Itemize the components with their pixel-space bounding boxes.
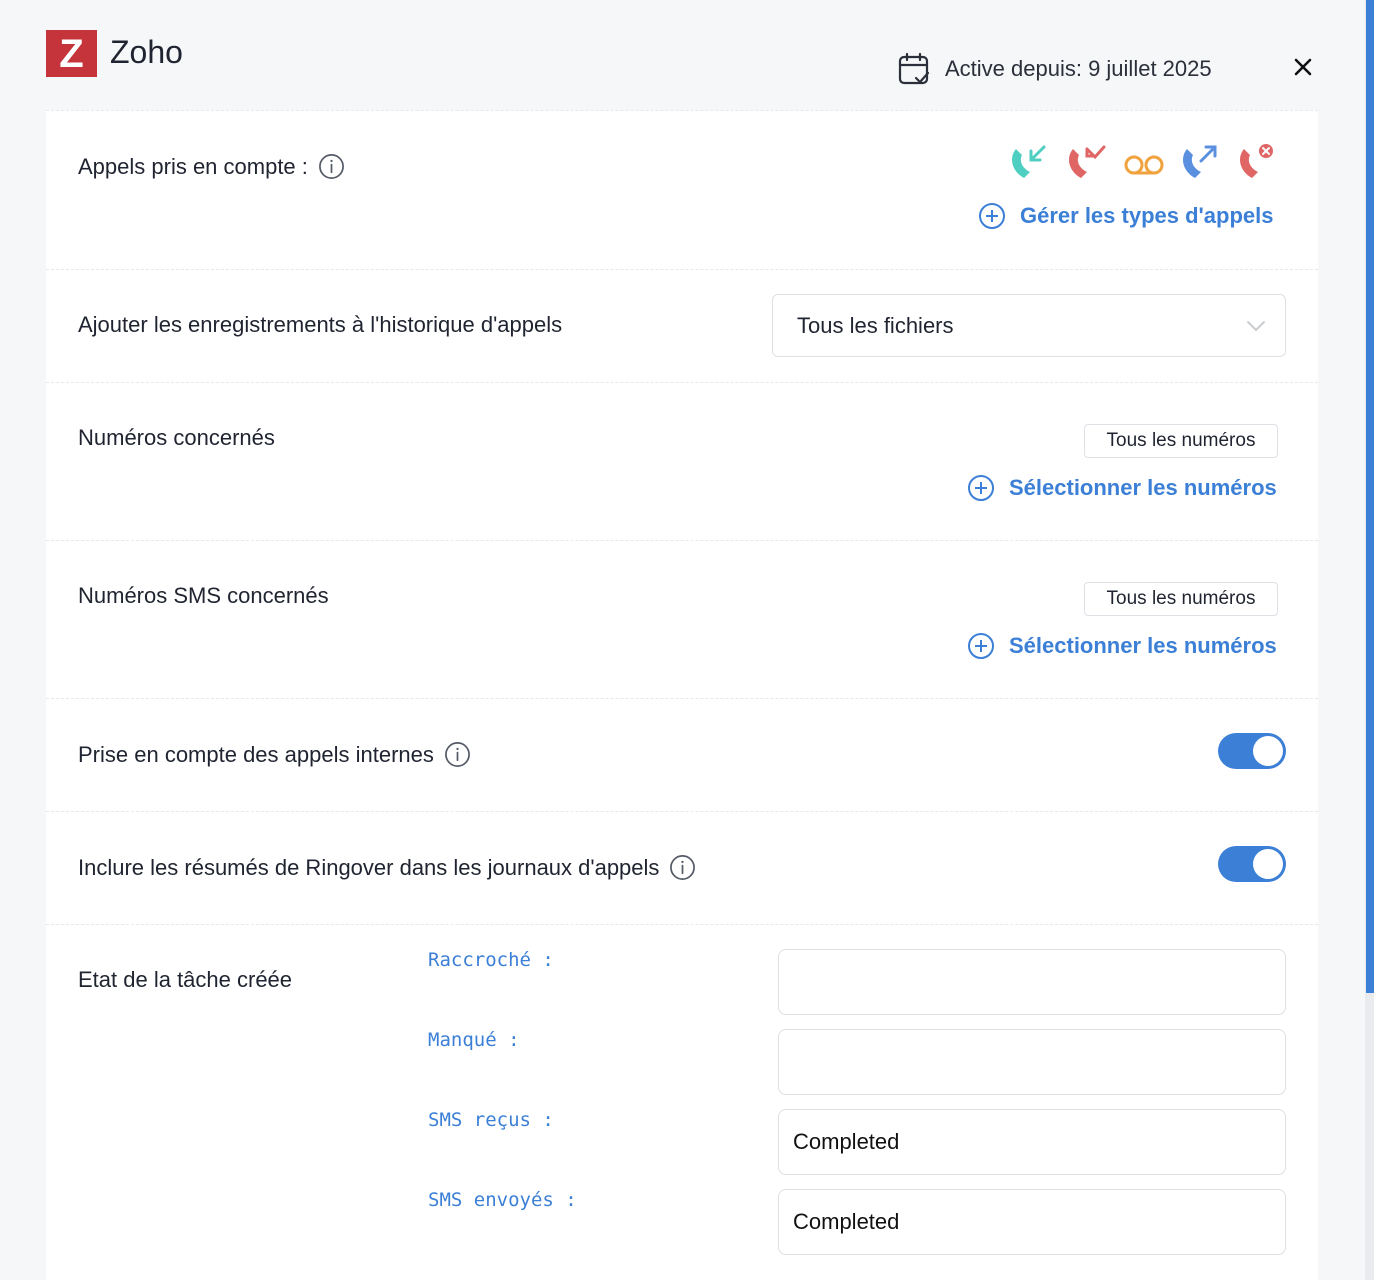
plus-circle-icon xyxy=(968,633,994,659)
zoho-logo: Z xyxy=(46,30,97,77)
manage-call-types-link[interactable]: Gérer les types d'appels xyxy=(978,202,1273,230)
internal-calls-row: Prise en compte des appels internes xyxy=(46,698,1318,811)
hung-up-label: Raccroché : xyxy=(428,949,554,971)
calendar-check-icon xyxy=(898,52,930,85)
active-since-text: Active depuis: 9 juillet 2025 xyxy=(945,56,1212,81)
summaries-label: Inclure les résumés de Ringover dans les… xyxy=(78,854,660,880)
select-sms-numbers-label: Sélectionner les numéros xyxy=(1009,633,1277,658)
missed-call-icon[interactable] xyxy=(1065,143,1109,183)
info-icon[interactable] xyxy=(669,854,696,881)
toggle-knob xyxy=(1253,849,1283,879)
task-state-label: Etat de la tâche créée xyxy=(78,967,293,992)
numbers-row: Numéros concernés Tous les numéros Sélec… xyxy=(46,382,1318,540)
plus-circle-icon xyxy=(979,203,1005,229)
plus-circle-icon xyxy=(968,475,994,501)
recordings-row: Ajouter les enregistrements à l'historiq… xyxy=(46,269,1318,382)
sms-received-field[interactable] xyxy=(778,1109,1286,1175)
summaries-label-wrap: Inclure les résumés de Ringover dans les… xyxy=(78,854,696,881)
summaries-toggle[interactable] xyxy=(1218,846,1286,882)
info-icon[interactable] xyxy=(318,153,345,180)
calls-label: Appels pris en compte : xyxy=(78,153,308,179)
outgoing-call-icon[interactable] xyxy=(1179,143,1223,183)
header: Z Zoho Active depuis: 9 juillet 2025 xyxy=(46,30,1318,110)
logo-letter: Z xyxy=(59,31,84,76)
select-numbers-label: Sélectionner les numéros xyxy=(1009,475,1277,500)
summaries-row: Inclure les résumés de Ringover dans les… xyxy=(46,811,1318,924)
task-state-row: Etat de la tâche créée Raccroché : Manqu… xyxy=(46,924,1318,1280)
recordings-label: Ajouter les enregistrements à l'historiq… xyxy=(78,312,563,337)
sms-received-label: SMS reçus : xyxy=(428,1109,554,1131)
call-type-icons xyxy=(1008,143,1293,183)
hung-up-field[interactable] xyxy=(778,949,1286,1015)
calls-row: Appels pris en compte : Gérer les types … xyxy=(46,110,1318,269)
sms-numbers-chip[interactable]: Tous les numéros xyxy=(1084,582,1278,616)
sms-sent-field[interactable] xyxy=(778,1189,1286,1255)
scrollbar-thumb[interactable] xyxy=(1366,0,1374,993)
select-numbers-link[interactable]: Sélectionner les numéros xyxy=(967,474,1277,502)
rejected-call-icon[interactable] xyxy=(1236,143,1280,183)
internal-calls-label: Prise en compte des appels internes xyxy=(78,741,434,767)
app-title: Zoho xyxy=(110,34,183,70)
active-since: Active depuis: 9 juillet 2025 xyxy=(898,52,1212,86)
missed-field[interactable] xyxy=(778,1029,1286,1095)
settings-card: Appels pris en compte : Gérer les types … xyxy=(46,110,1318,1280)
internal-calls-toggle[interactable] xyxy=(1218,733,1286,769)
numbers-chip[interactable]: Tous les numéros xyxy=(1084,424,1278,458)
numbers-label: Numéros concernés xyxy=(78,425,275,450)
sms-sent-label: SMS envoyés : xyxy=(428,1189,577,1211)
incoming-call-icon[interactable] xyxy=(1008,143,1052,183)
missed-label: Manqué : xyxy=(428,1029,520,1051)
internal-calls-label-wrap: Prise en compte des appels internes xyxy=(78,741,471,768)
manage-call-types-label: Gérer les types d'appels xyxy=(1020,203,1274,228)
info-icon[interactable] xyxy=(444,741,471,768)
select-sms-numbers-link[interactable]: Sélectionner les numéros xyxy=(967,632,1277,660)
close-icon[interactable] xyxy=(1292,56,1314,78)
sms-numbers-label: Numéros SMS concernés xyxy=(78,583,329,608)
voicemail-icon[interactable] xyxy=(1122,143,1166,183)
recordings-select-value: Tous les fichiers xyxy=(797,312,954,338)
calls-label-wrap: Appels pris en compte : xyxy=(78,153,345,180)
toggle-knob xyxy=(1253,736,1283,766)
sms-numbers-row: Numéros SMS concernés Tous les numéros S… xyxy=(46,540,1318,698)
chevron-down-icon xyxy=(1247,321,1265,331)
recordings-select[interactable]: Tous les fichiers xyxy=(772,294,1286,357)
